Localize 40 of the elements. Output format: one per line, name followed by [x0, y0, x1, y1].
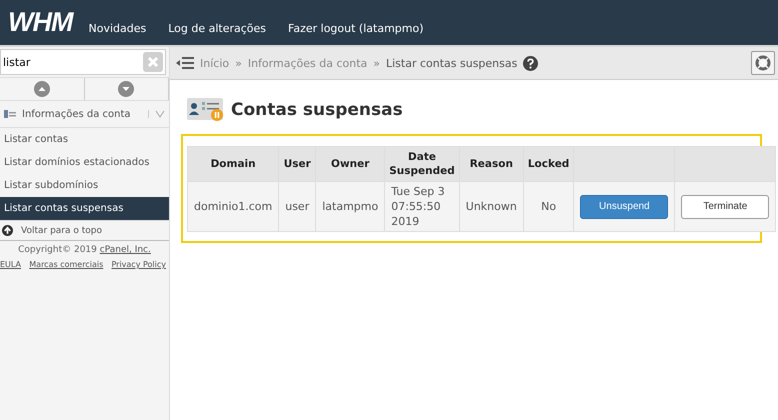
- table-cell: user: [285, 200, 310, 213]
- terminate-button[interactable]: Terminate: [681, 194, 770, 218]
- column-header: Locked: [528, 158, 570, 170]
- breadcrumb-separator: »: [235, 56, 242, 70]
- search-field[interactable]: listar: [0, 49, 166, 75]
- suspended-accounts-icon: [187, 98, 225, 122]
- copyright-text: Copyright© 2019: [18, 245, 97, 255]
- company-link[interactable]: cPanel, Inc.: [100, 245, 151, 255]
- breadcrumb-link[interactable]: Listar contas suspensas: [386, 56, 518, 70]
- footer-link[interactable]: EULA: [0, 260, 22, 269]
- help-icon[interactable]: [523, 56, 538, 70]
- column-header: User: [284, 158, 311, 170]
- nav-link[interactable]: Log de alterações: [168, 21, 266, 37]
- section-header[interactable]: Informações da conta: [22, 108, 142, 120]
- table-cell: Unknown: [466, 200, 517, 213]
- column-header: Domain: [210, 158, 256, 170]
- breadcrumb-separator: »: [373, 56, 380, 70]
- page-title: Contas suspensas: [231, 100, 403, 120]
- nav-link[interactable]: Novidades: [88, 21, 146, 37]
- logo[interactable]: WHM: [8, 7, 72, 37]
- sidebar-item[interactable]: Listar domínios estacionados: [0, 151, 169, 174]
- table-cell: latampmo: [322, 200, 378, 213]
- column-header: Reason: [470, 158, 513, 170]
- table-cell: dominio1.com: [194, 200, 272, 213]
- nav-link[interactable]: Fazer logout (latampmo): [288, 21, 424, 37]
- unsuspend-button[interactable]: Unsuspend: [580, 194, 668, 218]
- back-to-top-link[interactable]: Voltar para o topo: [21, 226, 102, 236]
- account-icon: [4, 110, 16, 118]
- menu-collapse-icon[interactable]: [176, 56, 194, 70]
- sidebar-item[interactable]: Listar subdomínios: [0, 174, 169, 197]
- up-arrow-icon[interactable]: [2, 225, 13, 236]
- sidebar-item[interactable]: Listar contas suspensas: [0, 197, 169, 220]
- support-button[interactable]: [751, 51, 775, 75]
- footer-link[interactable]: Marcas comerciais: [29, 260, 104, 269]
- table-cell: Tue Sep 3 07:55:50 2019: [391, 185, 445, 228]
- footer-link[interactable]: Privacy Policy: [111, 260, 166, 269]
- table-cell: No: [541, 200, 556, 213]
- sidebar-item[interactable]: Listar contas: [0, 128, 169, 151]
- column-header: Date Suspended: [389, 151, 455, 177]
- column-header: Owner: [331, 158, 370, 170]
